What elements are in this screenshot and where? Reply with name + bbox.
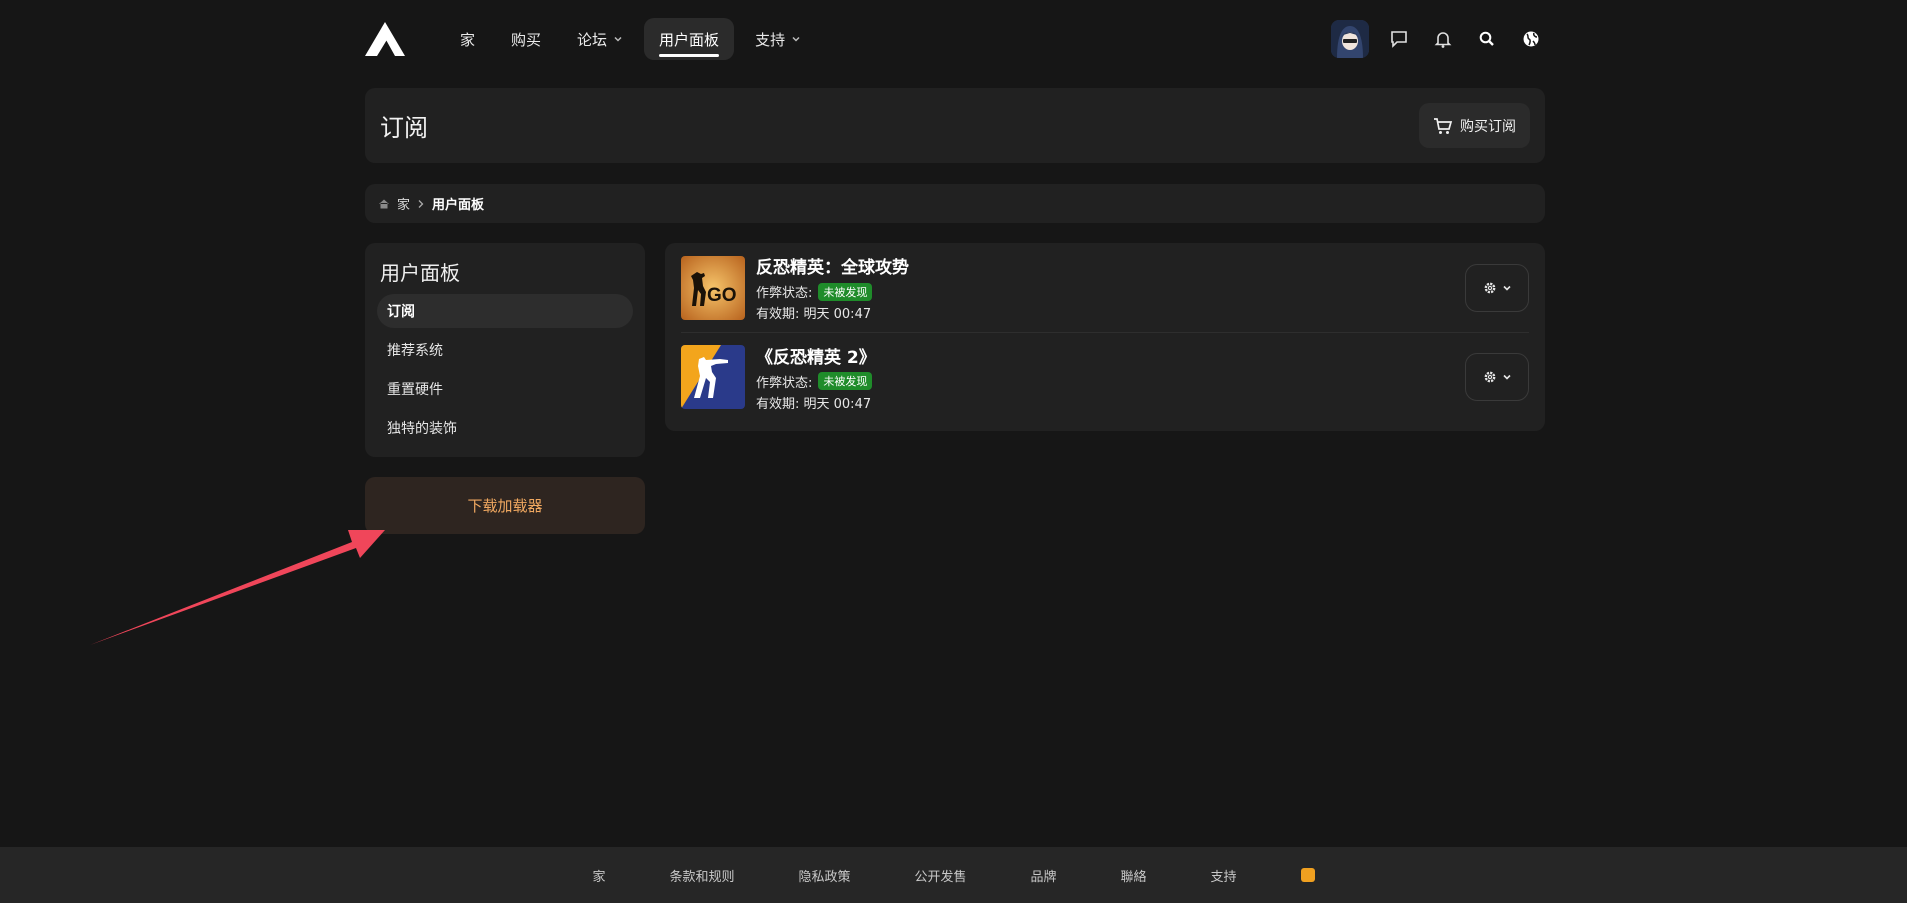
globe-icon[interactable] — [1517, 25, 1545, 53]
gear-icon — [1484, 371, 1495, 383]
footer-link-support[interactable]: 支持 — [1211, 866, 1237, 885]
sidebar-item-hwid-reset[interactable]: 重置硬件 — [377, 372, 633, 406]
list-item: 《反恐精英 2》 作弊状态: 未被发现 有效期: 明天 00:47 — [681, 332, 1529, 421]
csgo-icon: GO — [681, 255, 745, 320]
nav-forum[interactable]: 论坛 — [562, 18, 638, 60]
footer-link-terms[interactable]: 条款和规则 — [669, 866, 734, 885]
subscription-title: 反恐精英：全球攻势 — [756, 258, 909, 278]
user-panel-sidebar: 用户面板 订阅 推荐系统 重置硬件 独特的装饰 — [365, 243, 645, 457]
chevron-down-icon — [1502, 374, 1511, 380]
chat-icon[interactable] — [1385, 25, 1413, 53]
cs2-icon — [681, 345, 745, 409]
chevron-down-icon — [614, 36, 622, 42]
download-loader-button[interactable]: 下载加载器 — [365, 477, 645, 534]
sidebar-item-referral[interactable]: 推荐系统 — [377, 333, 633, 367]
header-actions — [1331, 20, 1545, 58]
bell-icon[interactable] — [1429, 25, 1457, 53]
list-item: GO 反恐精英：全球攻势 作弊状态: 未被发现 有效期: 明天 00:47 — [681, 243, 1529, 332]
page-title: 订阅 — [380, 114, 428, 142]
nav-user-panel[interactable]: 用户面板 — [644, 18, 735, 60]
top-header: 家 购买 论坛 用户面板 支持 — [365, 17, 1545, 61]
search-icon[interactable] — [1473, 25, 1501, 53]
site-logo[interactable] — [365, 19, 405, 59]
breadcrumb-home[interactable]: 家 — [397, 194, 410, 213]
sidebar-item-subscriptions[interactable]: 订阅 — [377, 294, 633, 328]
avatar[interactable] — [1331, 20, 1369, 58]
footer: 家 条款和规则 隐私政策 公开发售 品牌 聯絡 支持 — [0, 847, 1907, 903]
rss-icon[interactable] — [1300, 868, 1315, 882]
cheat-status-label: 作弊状态: — [756, 286, 813, 301]
subscriptions-list: GO 反恐精英：全球攻势 作弊状态: 未被发现 有效期: 明天 00:47 《反… — [665, 243, 1545, 431]
main-nav: 家 购买 论坛 用户面板 支持 — [445, 18, 816, 60]
footer-link-home[interactable]: 家 — [592, 866, 605, 885]
annotation-arrow-icon — [90, 530, 385, 645]
expiry-text: 有效期: 明天 00:47 — [756, 396, 872, 412]
status-badge: 未被发现 — [818, 372, 873, 390]
subscription-settings-button[interactable] — [1465, 353, 1529, 401]
nav-home[interactable]: 家 — [445, 18, 490, 60]
cart-icon — [1434, 117, 1453, 134]
subscription-title: 《反恐精英 2》 — [756, 347, 876, 368]
chevron-down-icon — [1502, 285, 1511, 291]
chevron-down-icon — [792, 36, 800, 42]
subscription-info: 《反恐精英 2》 作弊状态: 未被发现 有效期: 明天 00:47 — [756, 343, 876, 412]
buy-subscription-button[interactable]: 购买订阅 — [1419, 103, 1530, 148]
page-title-card: 订阅 购买订阅 — [365, 88, 1545, 163]
footer-link-contact[interactable]: 聯絡 — [1121, 866, 1147, 885]
footer-link-privacy[interactable]: 隐私政策 — [798, 866, 850, 885]
breadcrumb-current: 用户面板 — [432, 198, 485, 213]
subscription-info: 反恐精英：全球攻势 作弊状态: 未被发现 有效期: 明天 00:47 — [756, 253, 909, 322]
footer-link-public-sale[interactable]: 公开发售 — [914, 866, 966, 885]
gear-icon — [1484, 282, 1495, 293]
sidebar-item-decorations[interactable]: 独特的装饰 — [377, 411, 633, 445]
chevron-right-icon — [418, 199, 424, 208]
sidebar-title: 用户面板 — [380, 261, 460, 285]
footer-link-brand[interactable]: 品牌 — [1031, 866, 1057, 885]
cheat-status-label: 作弊状态: — [756, 375, 813, 391]
status-badge: 未被发现 — [818, 282, 873, 301]
svg-text:GO: GO — [707, 285, 737, 306]
subscription-settings-button[interactable] — [1465, 263, 1529, 312]
expiry-text: 有效期: 明天 00:47 — [756, 307, 872, 322]
home-icon[interactable] — [378, 198, 390, 210]
breadcrumb: 家 用户面板 — [365, 184, 1545, 223]
nav-support[interactable]: 支持 — [740, 18, 816, 60]
nav-buy[interactable]: 购买 — [496, 18, 556, 60]
